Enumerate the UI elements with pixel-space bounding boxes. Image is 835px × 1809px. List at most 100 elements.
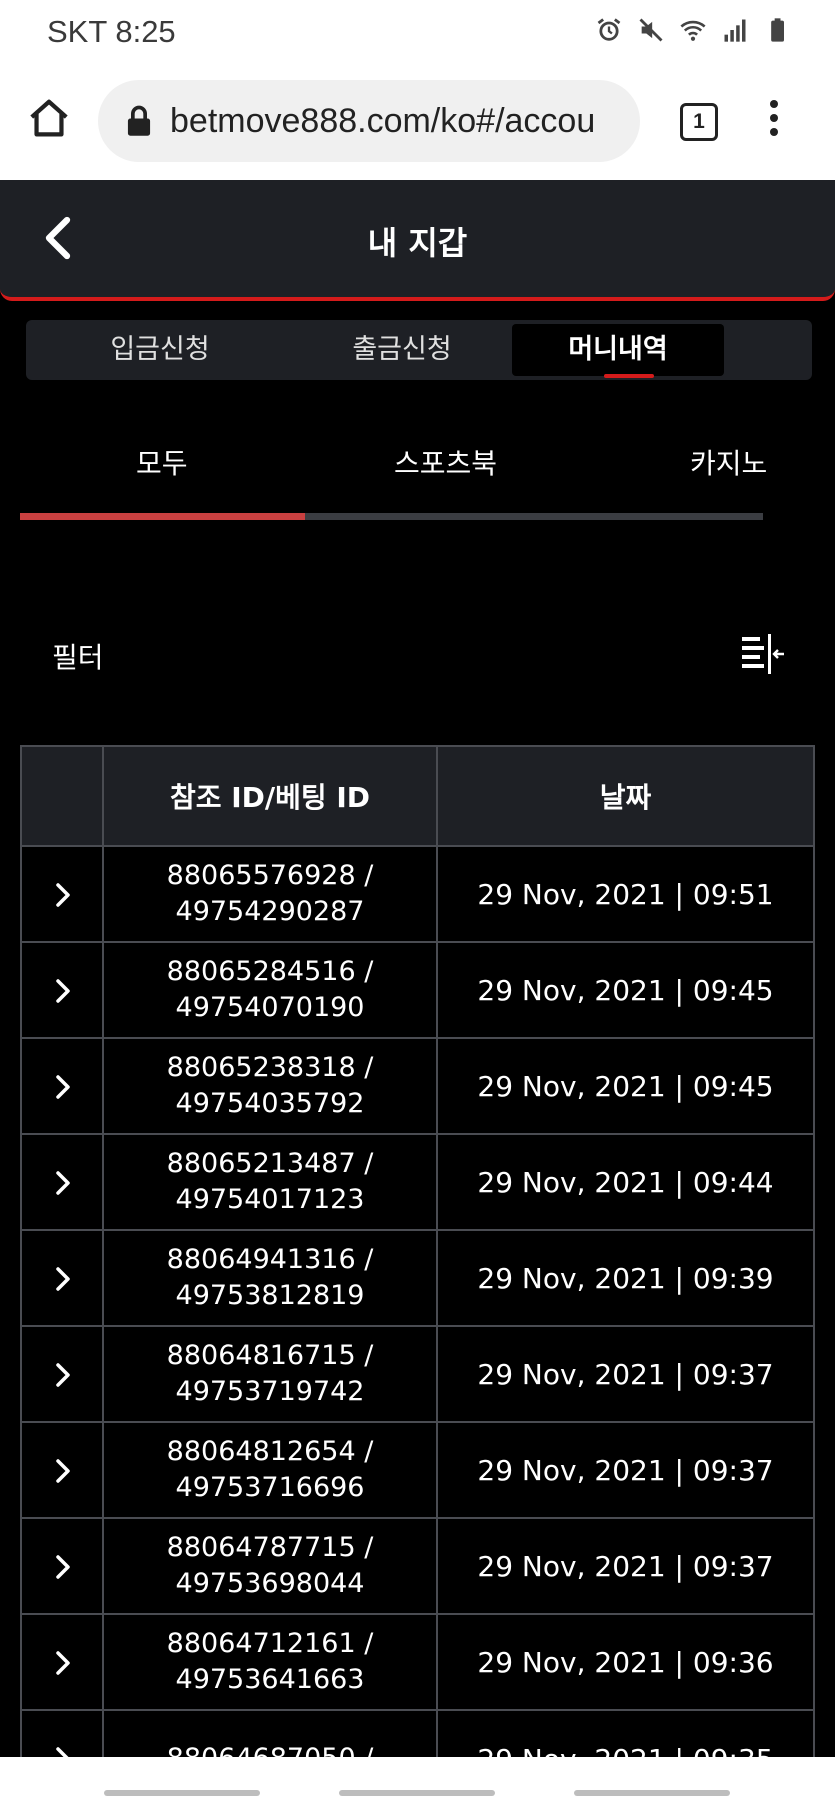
date-text: 29 Nov, 2021 | 09:39 bbox=[477, 1261, 774, 1295]
filter-collapse-icon[interactable] bbox=[740, 634, 786, 674]
date-cell: 29 Nov, 2021 | 09:36 bbox=[438, 1615, 813, 1709]
chevron-right-icon[interactable] bbox=[54, 977, 72, 1005]
transactions-table: 참조 ID/베팅 ID 날짜 88065576928 / 49754290287 … bbox=[20, 745, 815, 1807]
date-cell: 29 Nov, 2021 | 09:45 bbox=[438, 943, 813, 1037]
tab-deposit[interactable]: 입금신청 bbox=[54, 324, 266, 376]
wallet-tabs: 입금신청 출금신청 머니내역 bbox=[26, 320, 812, 380]
table-row[interactable]: 88065284516 / 49754070190 29 Nov, 2021 | … bbox=[20, 943, 815, 1039]
expand-cell bbox=[22, 1327, 104, 1421]
chevron-right-icon[interactable] bbox=[54, 1169, 72, 1197]
more-vert-icon[interactable] bbox=[766, 100, 782, 140]
date-text: 29 Nov, 2021 | 09:37 bbox=[477, 1549, 774, 1583]
date-cell: 29 Nov, 2021 | 09:37 bbox=[438, 1327, 813, 1421]
bet-id: 49754290287 bbox=[175, 896, 365, 927]
nav-back-button[interactable] bbox=[574, 1790, 730, 1796]
subtab-sportsbook[interactable]: 스포츠북 bbox=[394, 442, 497, 482]
tab-label: 출금신청 bbox=[352, 334, 452, 365]
filter-label: 필터 bbox=[52, 641, 104, 674]
table-row[interactable]: 88064787715 / 49753698044 29 Nov, 2021 | … bbox=[20, 1519, 815, 1615]
ref-cell: 88064812654 / 49753716696 bbox=[104, 1423, 438, 1517]
ref-cell: 88065213487 / 49754017123 bbox=[104, 1135, 438, 1229]
ref-id: 88064816715 / bbox=[166, 1340, 374, 1371]
expand-cell bbox=[22, 847, 104, 941]
tab-withdraw[interactable]: 출금신청 bbox=[296, 324, 508, 376]
date-cell: 29 Nov, 2021 | 09:45 bbox=[438, 1039, 813, 1133]
ref-cell: 88065576928 / 49754290287 bbox=[104, 847, 438, 941]
date-cell: 29 Nov, 2021 | 09:37 bbox=[438, 1423, 813, 1517]
table-header: 참조 ID/베팅 ID 날짜 bbox=[20, 745, 815, 847]
ref-cell: 88065284516 / 49754070190 bbox=[104, 943, 438, 1037]
date-text: 29 Nov, 2021 | 09:36 bbox=[477, 1645, 774, 1679]
table-row[interactable]: 88065576928 / 49754290287 29 Nov, 2021 | … bbox=[20, 847, 815, 943]
battery-icon bbox=[771, 18, 784, 42]
table-row[interactable]: 88064941316 / 49753812819 29 Nov, 2021 | … bbox=[20, 1231, 815, 1327]
header-expand-cell bbox=[22, 747, 104, 845]
bet-id: 49753719742 bbox=[175, 1376, 365, 1407]
ref-cell: 88064816715 / 49753719742 bbox=[104, 1327, 438, 1421]
date-text: 29 Nov, 2021 | 09:37 bbox=[477, 1357, 774, 1391]
expand-cell bbox=[22, 943, 104, 1037]
nav-home-button[interactable] bbox=[339, 1790, 495, 1796]
expand-cell bbox=[22, 1519, 104, 1613]
ref-id: 88064712161 / bbox=[166, 1628, 374, 1659]
url-text: betmove888.com/ko#/accou bbox=[170, 102, 596, 140]
tab-switcher-button[interactable]: 1 bbox=[680, 103, 718, 141]
bet-id: 49753716696 bbox=[175, 1472, 365, 1503]
table-row[interactable]: 88065238318 / 49754035792 29 Nov, 2021 | … bbox=[20, 1039, 815, 1135]
mute-icon bbox=[639, 18, 663, 42]
date-text: 29 Nov, 2021 | 09:51 bbox=[477, 877, 774, 911]
table-row[interactable]: 88064816715 / 49753719742 29 Nov, 2021 | … bbox=[20, 1327, 815, 1423]
date-cell: 29 Nov, 2021 | 09:51 bbox=[438, 847, 813, 941]
table-row[interactable]: 88064812654 / 49753716696 29 Nov, 2021 | … bbox=[20, 1423, 815, 1519]
status-time: SKT 8:25 bbox=[47, 14, 176, 49]
ref-id: 88064941316 / bbox=[166, 1244, 374, 1275]
subtab-active-indicator bbox=[20, 513, 305, 520]
date-cell: 29 Nov, 2021 | 09:44 bbox=[438, 1135, 813, 1229]
bet-id: 49754070190 bbox=[175, 992, 365, 1023]
expand-cell bbox=[22, 1039, 104, 1133]
table-row[interactable]: 88065213487 / 49754017123 29 Nov, 2021 | … bbox=[20, 1135, 815, 1231]
subtab-track-end bbox=[763, 513, 815, 520]
nav-recents-button[interactable] bbox=[104, 1790, 260, 1796]
tab-label: 머니내역 bbox=[568, 334, 668, 365]
ref-id: 88065238318 / bbox=[166, 1052, 374, 1083]
header-ref-id: 참조 ID/베팅 ID bbox=[104, 747, 438, 845]
wifi-icon bbox=[680, 20, 706, 41]
chevron-right-icon[interactable] bbox=[54, 881, 72, 909]
system-nav-bar bbox=[0, 1757, 835, 1809]
chevron-right-icon[interactable] bbox=[54, 1361, 72, 1389]
ref-id: 88065284516 / bbox=[166, 956, 374, 987]
date-cell: 29 Nov, 2021 | 09:39 bbox=[438, 1231, 813, 1325]
ref-cell: 88064712161 / 49753641663 bbox=[104, 1615, 438, 1709]
date-text: 29 Nov, 2021 | 09:45 bbox=[477, 1069, 774, 1103]
subtab-casino[interactable]: 카지노 bbox=[690, 442, 767, 482]
address-bar[interactable]: betmove888.com/ko#/accou bbox=[98, 80, 640, 162]
ref-cell: 88064787715 / 49753698044 bbox=[104, 1519, 438, 1613]
chevron-right-icon[interactable] bbox=[54, 1073, 72, 1101]
ref-id: 88064787715 / bbox=[166, 1532, 374, 1563]
chevron-right-icon[interactable] bbox=[54, 1457, 72, 1485]
ref-id: 88065213487 / bbox=[166, 1148, 374, 1179]
table-row[interactable]: 88064712161 / 49753641663 29 Nov, 2021 | … bbox=[20, 1615, 815, 1711]
header-date: 날짜 bbox=[599, 781, 652, 814]
chevron-right-icon[interactable] bbox=[54, 1649, 72, 1677]
bet-id: 49753641663 bbox=[175, 1664, 365, 1695]
bet-id: 49754035792 bbox=[175, 1088, 365, 1119]
expand-cell bbox=[22, 1423, 104, 1517]
ref-cell: 88065238318 / 49754035792 bbox=[104, 1039, 438, 1133]
home-icon[interactable] bbox=[26, 96, 72, 142]
bet-id: 49753698044 bbox=[175, 1568, 365, 1599]
active-tab-indicator bbox=[604, 374, 654, 378]
subtab-all[interactable]: 모두 bbox=[136, 442, 188, 482]
chevron-right-icon[interactable] bbox=[54, 1265, 72, 1293]
lock-icon bbox=[127, 105, 151, 136]
page-title: 내 지갑 bbox=[367, 224, 468, 262]
status-bar: SKT 8:25 bbox=[0, 0, 835, 66]
bet-id: 49753812819 bbox=[175, 1280, 365, 1311]
ref-id: 88065576928 / bbox=[166, 860, 374, 891]
chevron-right-icon[interactable] bbox=[54, 1553, 72, 1581]
expand-cell bbox=[22, 1615, 104, 1709]
tab-money-history[interactable]: 머니내역 bbox=[512, 324, 724, 378]
date-text: 29 Nov, 2021 | 09:37 bbox=[477, 1453, 774, 1487]
browser-toolbar: betmove888.com/ko#/accou 1 bbox=[0, 66, 835, 180]
